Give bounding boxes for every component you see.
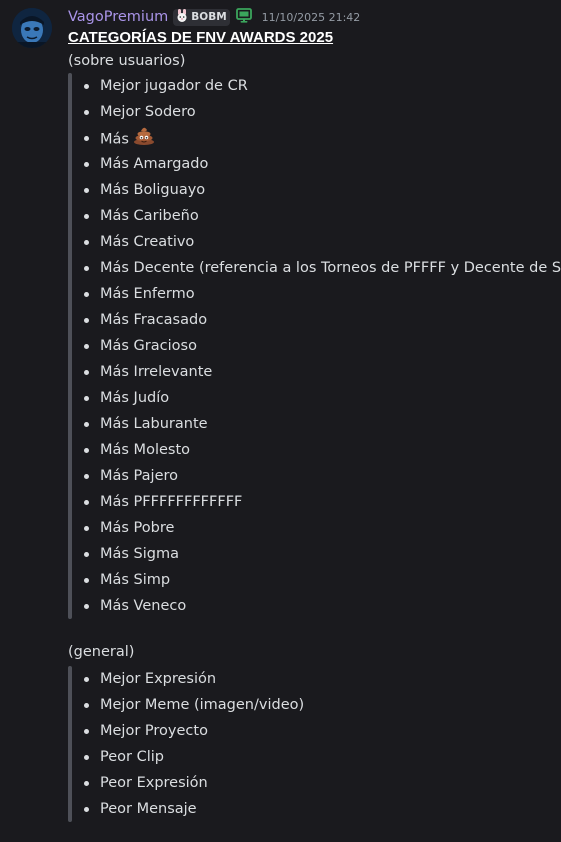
list-item: Peor Expresión <box>84 770 561 796</box>
category-list-users: Mejor jugador de CR Mejor Sodero Más Más… <box>84 73 561 619</box>
list-item: Más Creativo <box>84 229 561 255</box>
message-title: CATEGORÍAS DE FNV AWARDS 2025 <box>68 29 334 46</box>
list-item: Más Veneco <box>84 593 561 619</box>
clan-tag[interactable]: BOBM <box>173 8 230 26</box>
message-content: CATEGORÍAS DE FNV AWARDS 2025 (sobre usu… <box>68 28 561 822</box>
list-item: Peor Mensaje <box>84 796 561 822</box>
username[interactable]: VagoPremium <box>68 9 168 25</box>
poop-emoji-icon[interactable] <box>133 125 155 154</box>
list-item: Mejor Proyecto <box>84 718 561 744</box>
list-item: Más Boliguayo <box>84 177 561 203</box>
list-item: Mejor Meme (imagen/video) <box>84 692 561 718</box>
list-item: Más Irrelevante <box>84 359 561 385</box>
list-item: Más Pobre <box>84 515 561 541</box>
bunny-badge-icon <box>175 9 189 25</box>
list-item: Más Laburante <box>84 411 561 437</box>
blockquote-general: Mejor Expresión Mejor Meme (imagen/video… <box>68 666 561 822</box>
list-item: Más Enfermo <box>84 281 561 307</box>
list-item: Más Decente (referencia a los Torneos de… <box>84 255 561 281</box>
list-item: Más Simp <box>84 567 561 593</box>
list-item: Peor Clip <box>84 744 561 770</box>
list-item: Más Gracioso <box>84 333 561 359</box>
list-item: Más Amargado <box>84 151 561 177</box>
list-item: Más Pajero <box>84 463 561 489</box>
message-header: VagoPremium BOBM 11/10/2025 21:42 <box>68 7 360 27</box>
list-item: Más Judío <box>84 385 561 411</box>
list-item: Mejor jugador de CR <box>84 73 561 99</box>
list-item: Mejor Expresión <box>84 666 561 692</box>
blockquote-users: Mejor jugador de CR Mejor Sodero Más Más… <box>68 73 561 619</box>
list-item: Más Sigma <box>84 541 561 567</box>
list-item: Más Molesto <box>84 437 561 463</box>
list-item: Más Caribeño <box>84 203 561 229</box>
list-item: Más PFFFFFFFFFFFF <box>84 489 561 515</box>
list-item: Más <box>84 125 561 154</box>
list-item: Más Fracasado <box>84 307 561 333</box>
section-heading-general: (general) <box>68 644 135 660</box>
message-timestamp: 11/10/2025 21:42 <box>261 10 361 24</box>
chat-message: VagoPremium BOBM 11/10/2025 21:42 CATEGO… <box>0 0 561 842</box>
clan-tag-label: BOBM <box>191 11 227 23</box>
list-item: Mejor Sodero <box>84 99 561 125</box>
monitor-icon <box>235 7 252 27</box>
section-heading-users: (sobre usuarios) <box>68 53 186 69</box>
category-list-general: Mejor Expresión Mejor Meme (imagen/video… <box>84 666 561 822</box>
avatar[interactable] <box>12 8 52 48</box>
